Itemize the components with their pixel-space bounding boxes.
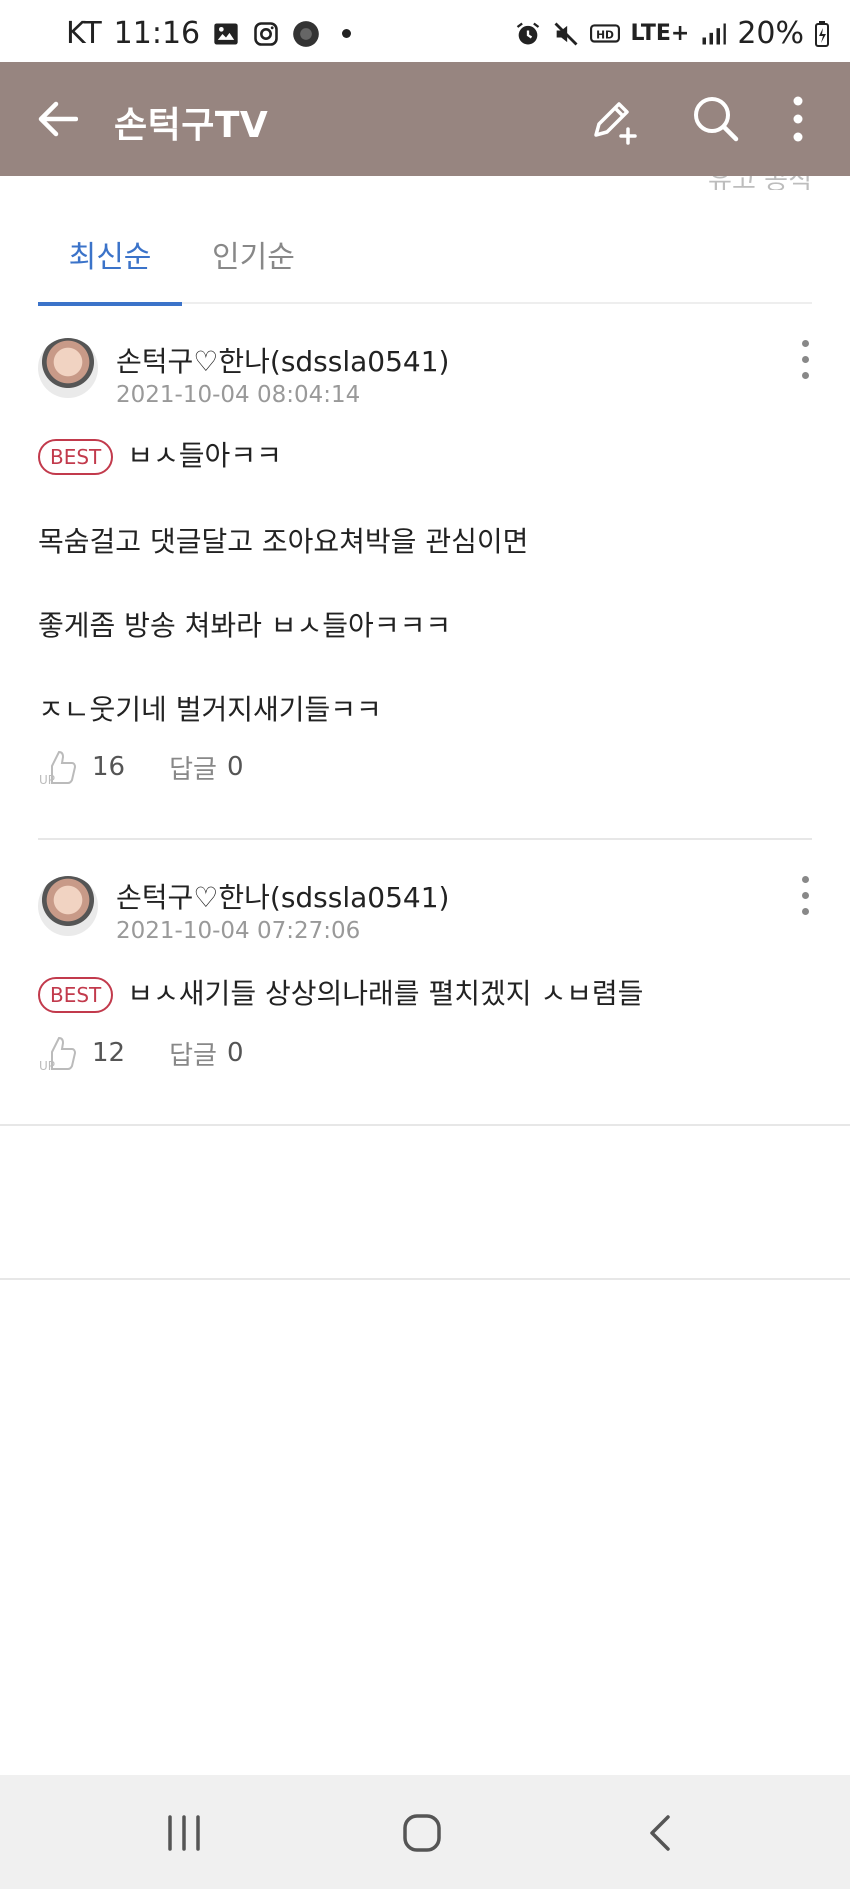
tab-latest[interactable]: 최신순 <box>38 232 182 306</box>
comment-text-line: 좋게좀 방송 쳐봐라 ㅂㅅ들아ㅋㅋㅋ <box>38 609 452 642</box>
instagram-icon <box>254 21 278 46</box>
more-menu-icon[interactable] <box>772 93 824 145</box>
battery-percent: 20% <box>737 16 804 51</box>
carrier-label: KT <box>66 16 102 51</box>
back-arrow-icon[interactable] <box>36 99 78 139</box>
gallery-icon <box>214 23 238 44</box>
comment-actions: UP 16 답글 0 <box>38 746 243 788</box>
comment-author[interactable]: 손턱구♡한나(sdssla0541) <box>116 876 449 916</box>
notification-dot-icon <box>342 29 352 38</box>
write-post-icon[interactable] <box>588 93 640 145</box>
divider <box>0 1278 850 1280</box>
comment-date: 2021-10-04 08:04:14 <box>116 382 361 408</box>
comment-date: 2021-10-04 07:27:06 <box>116 918 361 944</box>
tab-popular[interactable]: 인기순 <box>212 232 295 302</box>
reply-count: 0 <box>226 752 244 782</box>
home-icon[interactable] <box>400 1811 444 1855</box>
best-badge: BEST <box>38 977 114 1013</box>
best-badge: BEST <box>38 439 114 475</box>
clock: 11:16 <box>113 16 201 51</box>
avatar[interactable] <box>38 876 98 936</box>
alarm-icon <box>517 22 540 44</box>
thumbs-up-icon[interactable]: UP <box>38 746 80 788</box>
comment-actions: UP 12 답글 0 <box>38 1032 243 1074</box>
recent-apps-icon[interactable] <box>162 1811 206 1855</box>
mute-icon <box>554 22 578 45</box>
like-count: 16 <box>92 752 126 782</box>
comment-more-icon[interactable] <box>802 876 812 924</box>
system-nav-bar <box>0 1775 850 1889</box>
comment-text-line: 목숨걸고 댓글달고 조아요쳐박을 관심이면 <box>38 525 529 558</box>
comment-more-icon[interactable] <box>802 340 812 388</box>
page-title: 손턱구TV <box>114 105 269 146</box>
comment-text-line: ㅂㅅ들아ㅋㅋ <box>127 439 282 472</box>
divider <box>0 1124 850 1126</box>
comment-item: 손턱구♡한나(sdssla0541) 2021-10-04 07:27:06 B… <box>38 874 812 1074</box>
divider <box>38 838 812 840</box>
thumbs-up-icon[interactable]: UP <box>38 1032 80 1074</box>
comment-first-line: BEST ㅂㅅ새기들 상상의나래를 펼치겠지 ㅅㅂ렴들 <box>38 972 643 1013</box>
svg-text:UP: UP <box>39 773 55 787</box>
comment-item: 손턱구♡한나(sdssla0541) 2021-10-04 08:04:14 B… <box>38 336 812 796</box>
app-bar: 손턱구TV <box>0 62 850 176</box>
avatar[interactable] <box>38 338 98 398</box>
reply-button[interactable]: 답글 <box>169 1035 217 1072</box>
like-count: 12 <box>92 1038 126 1068</box>
reply-button[interactable]: 답글 <box>169 749 217 786</box>
comment-author[interactable]: 손턱구♡한나(sdssla0541) <box>116 340 449 380</box>
svg-text:UP: UP <box>39 1059 55 1073</box>
search-icon[interactable] <box>690 93 742 145</box>
svg-text:HD: HD <box>597 28 615 41</box>
comment-first-line: BEST ㅂㅅ들아ㅋㅋ <box>38 434 282 475</box>
sort-tabs: 최신순 인기순 <box>38 232 812 306</box>
comment-text-line: ㅂㅅ새기들 상상의나래를 펼치겠지 ㅅㅂ렴들 <box>127 977 644 1010</box>
network-type: LTE+ <box>630 21 690 46</box>
system-back-icon[interactable] <box>640 1811 684 1855</box>
hd-voice-icon: HD <box>590 23 621 43</box>
scrolled-header-remnant: 유고 공식 <box>0 176 850 190</box>
signal-icon <box>702 23 727 44</box>
scrolled-text: 유고 공식 <box>708 176 812 190</box>
comment-text-line: ㅈㄴ웃기네 벌거지새기들ㅋㅋ <box>38 693 382 726</box>
reply-count: 0 <box>226 1038 244 1068</box>
status-bar: KT 11:16 HD LTE+ 20% <box>0 0 850 62</box>
battery-charging-icon <box>815 20 829 47</box>
app-notification-icon <box>293 20 319 47</box>
